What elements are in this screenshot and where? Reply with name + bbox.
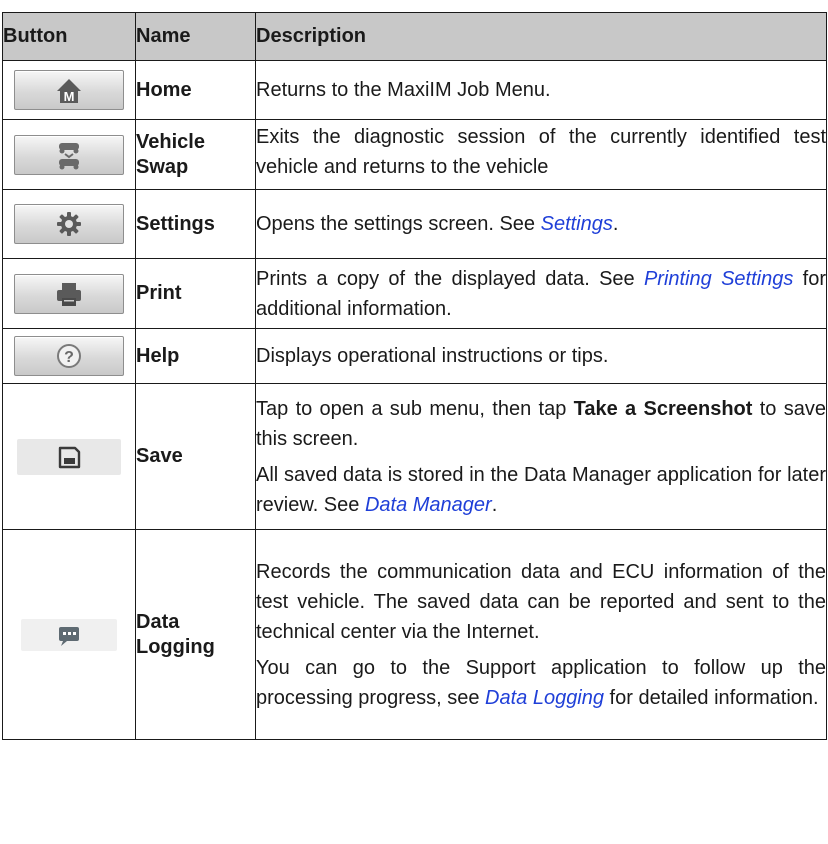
header-button: Button	[2, 12, 136, 61]
row-name: Settings	[135, 189, 256, 259]
data-logging-link[interactable]: Data Logging	[485, 687, 604, 709]
header-description: Description	[255, 12, 827, 61]
table-row: M Home Returns to the MaxiIM Job Menu.	[2, 60, 827, 120]
take-screenshot-text: Take a Screenshot	[573, 397, 753, 420]
row-description-p2: You can go to the Support application to…	[256, 656, 826, 709]
row-name: Save	[135, 383, 256, 530]
svg-text:M: M	[64, 89, 75, 104]
row-description: Displays operational instructions or tip…	[256, 345, 609, 367]
gear-icon	[57, 212, 81, 236]
data-logging-button[interactable]	[21, 618, 117, 651]
table-row: Settings Opens the settings screen. See …	[2, 189, 827, 259]
table-row: ? Help Displays operational instructions…	[2, 328, 827, 384]
row-description: Prints a copy of the displayed data. See…	[256, 267, 827, 320]
help-button[interactable]: ?	[14, 336, 124, 376]
help-icon: ?	[57, 344, 81, 368]
settings-button[interactable]	[14, 204, 124, 244]
home-button[interactable]: M	[14, 70, 124, 110]
header-name: Name	[135, 12, 256, 61]
toolbar-buttons-table: Button Name Description M Home Returns t…	[2, 12, 827, 740]
row-name: Print	[135, 258, 256, 329]
row-name: Home	[135, 60, 256, 120]
home-icon: M	[57, 79, 81, 104]
row-description: Exits the diagnostic session of the curr…	[256, 126, 826, 178]
vehicle-swap-button[interactable]	[14, 134, 124, 175]
row-name: Help	[135, 328, 256, 384]
save-button[interactable]	[17, 438, 121, 475]
vehicle-swap-icon	[59, 142, 79, 169]
row-description-p1: Tap to open a sub menu, then tap Take a …	[256, 397, 826, 450]
table-row: Vehicle Swap Exits the diagnostic sessio…	[2, 119, 827, 190]
table-header-row: Button Name Description	[2, 12, 827, 61]
row-description-p1: Records the communication data and ECU i…	[256, 560, 826, 643]
table-row: Save Tap to open a sub menu, then tap Ta…	[2, 383, 827, 530]
table-row: Data Logging Records the communication d…	[2, 529, 827, 740]
row-description-p2: All saved data is stored in the Data Man…	[256, 463, 826, 516]
save-icon	[58, 446, 81, 468]
row-name-line1: Vehicle	[136, 130, 205, 153]
svg-text:?: ?	[64, 349, 74, 366]
row-name-line2: Logging	[136, 635, 215, 658]
settings-link[interactable]: Settings	[541, 213, 613, 235]
row-description: Returns to the MaxiIM Job Menu.	[256, 79, 551, 101]
print-button[interactable]	[14, 273, 124, 314]
row-name-line2: Swap	[136, 155, 189, 178]
data-manager-link[interactable]: Data Manager	[365, 494, 492, 516]
printer-icon	[57, 282, 81, 306]
table-row: Print Prints a copy of the displayed dat…	[2, 258, 827, 329]
data-logging-icon	[59, 626, 79, 646]
printing-settings-link[interactable]: Printing Settings	[644, 268, 793, 290]
row-description: Opens the settings screen. See Settings.	[256, 213, 619, 235]
row-name-line1: Data	[136, 610, 180, 633]
